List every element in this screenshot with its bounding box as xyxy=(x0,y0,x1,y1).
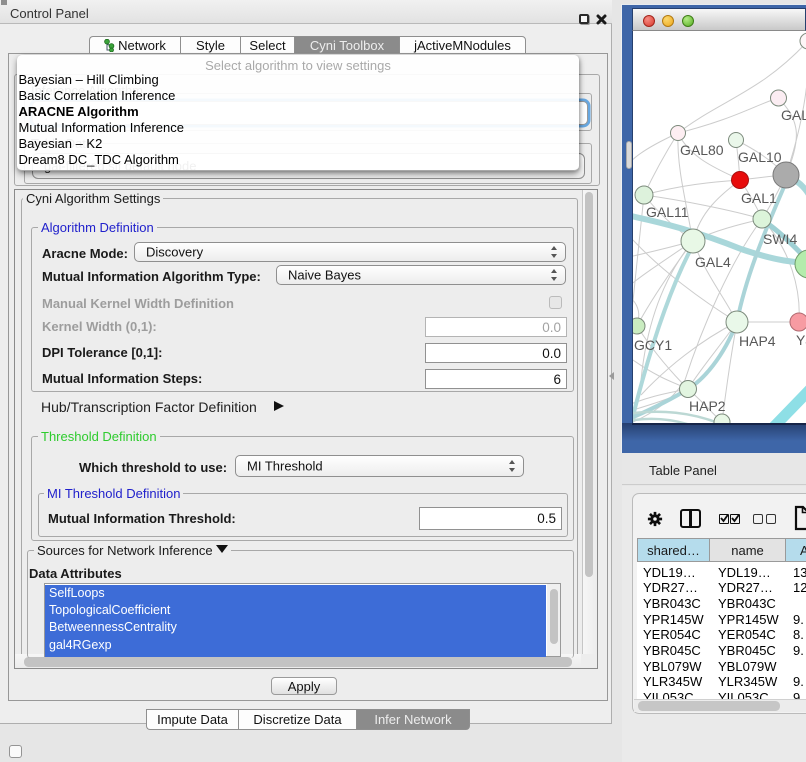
svg-text:GAL4: GAL4 xyxy=(695,254,731,270)
svg-text:GAL1: GAL1 xyxy=(741,190,777,206)
svg-text:GAL11: GAL11 xyxy=(646,204,689,220)
svg-text:HAP4: HAP4 xyxy=(739,333,776,349)
svg-text:YJ: YJ xyxy=(796,332,806,348)
svg-text:SWI4: SWI4 xyxy=(763,231,797,247)
svg-text:HAP2: HAP2 xyxy=(689,398,726,414)
svg-text:GAL80: GAL80 xyxy=(680,142,724,158)
svg-text:GAL2: GAL2 xyxy=(781,107,806,123)
svg-text:GAL10: GAL10 xyxy=(738,149,782,165)
svg-text:GCY1: GCY1 xyxy=(634,337,672,353)
